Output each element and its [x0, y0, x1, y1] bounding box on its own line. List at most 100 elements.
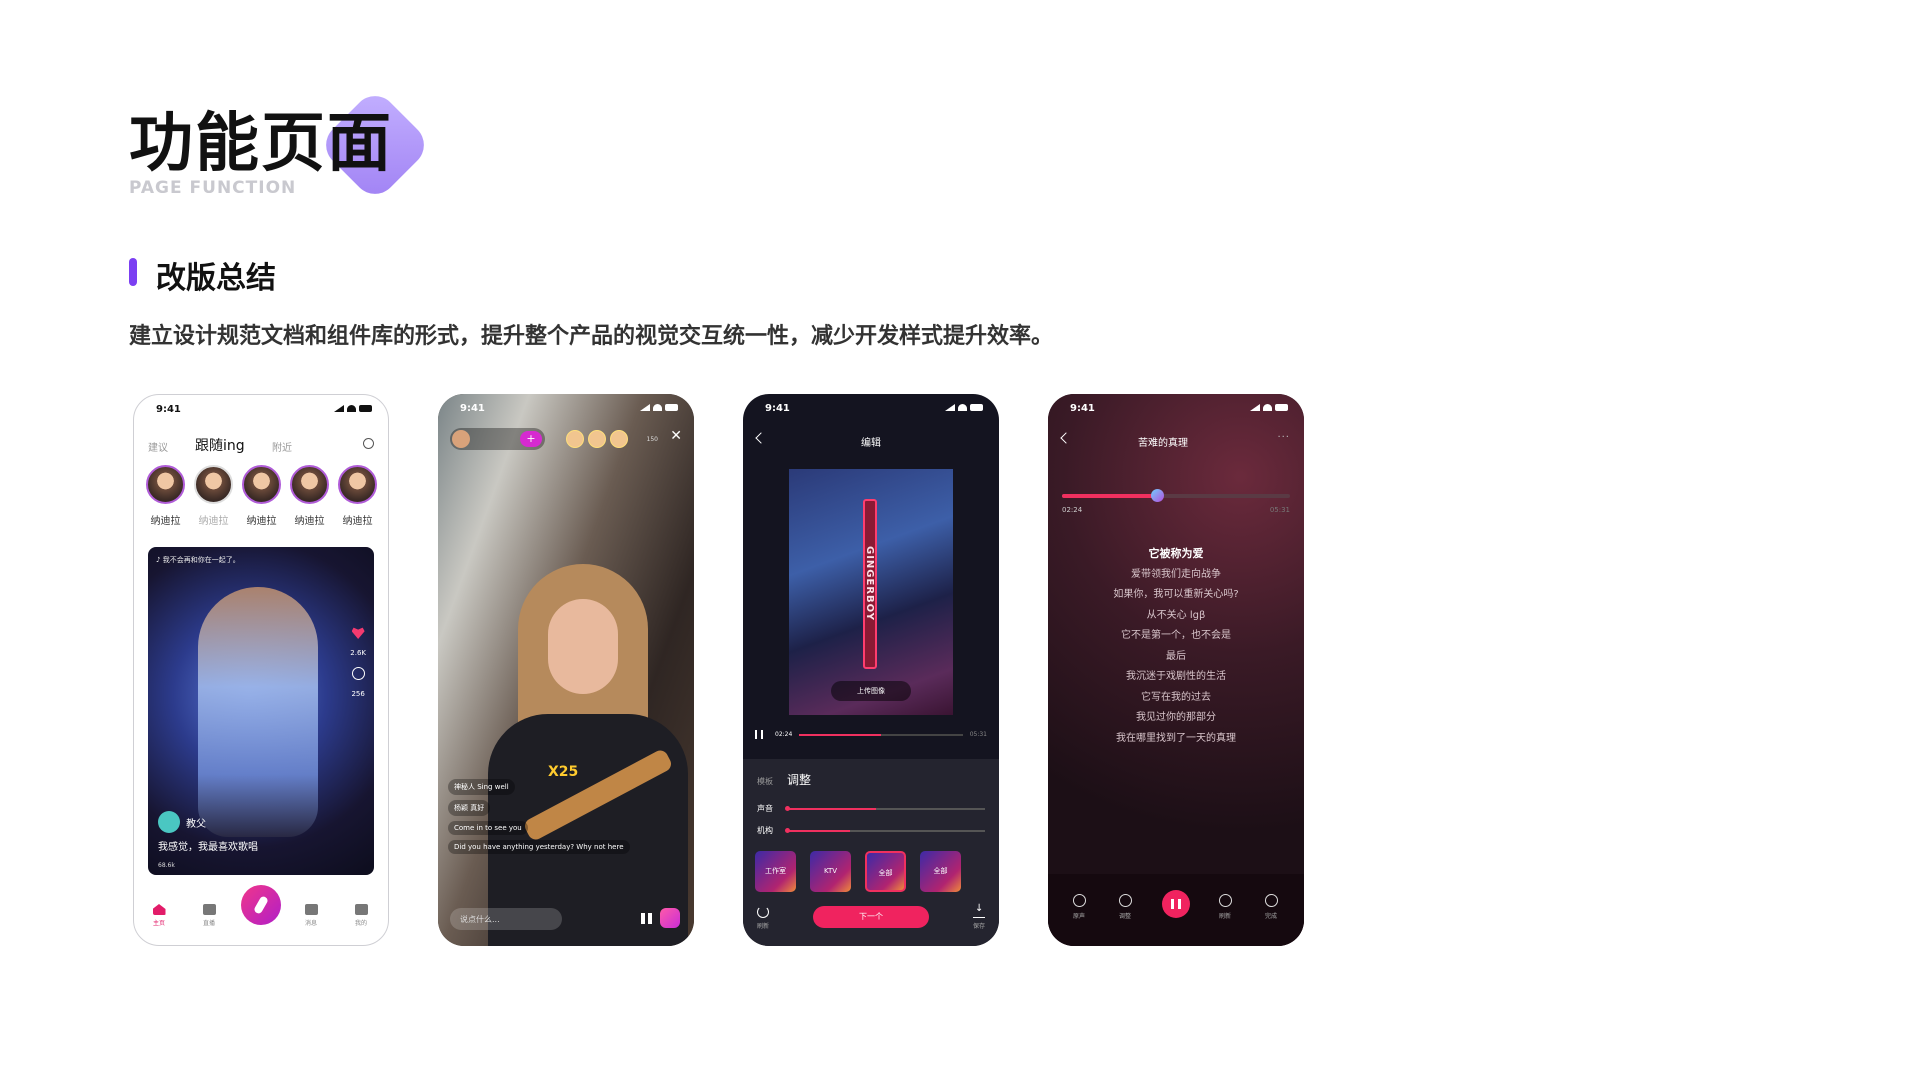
avatar: [158, 811, 180, 833]
section-description: 建立设计规范文档和组件库的形式，提升整个产品的视觉交互统一性，减少开发样式提升效…: [129, 324, 1054, 349]
avatar: [194, 465, 233, 504]
story-item[interactable]: 纳迪拉: [290, 465, 329, 527]
status-bar: 9:41: [134, 395, 388, 419]
battery-icon: [665, 404, 678, 411]
mechanism-slider[interactable]: 机构: [757, 825, 985, 837]
nav-messages[interactable]: 消息: [296, 904, 326, 927]
current-time: 02:24: [775, 731, 793, 738]
lyric-current: 它被称为爱: [1148, 547, 1204, 560]
comment-count: 256: [351, 690, 365, 698]
pause-icon[interactable]: [755, 730, 763, 739]
refresh-button[interactable]: 刷新: [757, 906, 769, 930]
download-icon: [972, 903, 985, 918]
lyric-line: 我在哪里找到了一天的真理: [1116, 732, 1236, 744]
current-time: 02:24: [1062, 506, 1083, 514]
voice-slider[interactable]: 声音: [757, 803, 985, 815]
save-button[interactable]: 保存: [972, 903, 985, 930]
screen-title: 编辑: [861, 438, 881, 449]
effect-item[interactable]: KTV: [810, 851, 851, 892]
mic-button[interactable]: [241, 885, 281, 925]
upload-image-button[interactable]: 上传图像: [831, 681, 911, 701]
wifi-icon: [958, 404, 967, 411]
tab-following[interactable]: 跟随ing: [195, 435, 245, 455]
avatar: [146, 465, 185, 504]
video-card[interactable]: ♪ 我不会再和你在一起了。 2.6K 256 教父 我感觉，我最喜欢歌唱 68.…: [148, 547, 374, 875]
close-icon[interactable]: ✕: [670, 428, 682, 444]
nav-profile[interactable]: 我的: [346, 904, 376, 927]
refresh-button[interactable]: 刷新: [1212, 894, 1238, 920]
adjust-button[interactable]: 调整: [1112, 894, 1138, 920]
viewer-count: 150: [646, 436, 658, 443]
heart-icon[interactable]: [351, 627, 365, 639]
signal-icon: [334, 405, 344, 412]
pause-button[interactable]: [1162, 890, 1190, 918]
battery-icon: [359, 405, 372, 412]
original-voice-button[interactable]: 原声: [1066, 894, 1092, 920]
grid-icon[interactable]: [641, 912, 652, 924]
phone-edit-screen: 9:41 编辑 GINGERBOY 上传图像 02:24 05:31 模板 调整 …: [743, 394, 999, 946]
gift-icon[interactable]: [660, 908, 680, 928]
status-time: 9:41: [156, 404, 181, 415]
section-title: 改版总结: [156, 261, 276, 296]
chat-message: Did you have anything yesterday? Why not…: [448, 840, 630, 854]
tab-adjust[interactable]: 调整: [787, 773, 811, 787]
avatar: [588, 430, 606, 448]
page-title: 功能页面: [129, 107, 393, 181]
status-bar: 9:41: [438, 394, 694, 418]
viewer-avatars[interactable]: [566, 430, 628, 448]
done-button[interactable]: 完成: [1258, 894, 1284, 920]
progress-track[interactable]: [799, 734, 963, 736]
top-nav: 苦难的真理 ···: [1048, 432, 1304, 452]
lyric-line: 我见过你的那部分: [1136, 712, 1216, 723]
avatar: [290, 465, 329, 504]
effect-list: 工作室 KTV 全部 全部: [755, 851, 961, 892]
story-item[interactable]: 纳迪拉: [146, 465, 185, 527]
tab-nearby[interactable]: 附近: [272, 439, 292, 454]
search-icon[interactable]: [363, 438, 374, 449]
status-bar: 9:41: [1048, 394, 1304, 418]
song-title: ♪ 我不会再和你在一起了。: [156, 556, 240, 564]
nav-home[interactable]: 主页: [144, 904, 174, 927]
check-icon: [1264, 894, 1278, 907]
status-bar: 9:41: [743, 394, 999, 418]
signal-icon: [640, 404, 650, 411]
next-button[interactable]: 下一个: [813, 906, 929, 928]
effect-item[interactable]: 工作室: [755, 851, 796, 892]
comment-icon[interactable]: [351, 667, 365, 680]
comment-input[interactable]: 说点什么...: [450, 908, 562, 930]
tab-template[interactable]: 模板: [757, 777, 773, 786]
adjust-panel: 模板 调整 声音 机构 工作室 KTV 全部 全部 刷新 下一个 保存: [743, 759, 999, 946]
follow-button[interactable]: +: [520, 431, 542, 447]
story-item[interactable]: 纳迪拉: [242, 465, 281, 527]
player-controls: 原声 调整 刷新 完成: [1048, 874, 1304, 946]
neon-sign: GINGERBOY: [863, 499, 877, 669]
more-icon[interactable]: ···: [1277, 432, 1290, 443]
chat-list: 神秘人 Sing well 杨颖 真好 Come in to see you D…: [448, 779, 638, 859]
page-subtitle: PAGE FUNCTION: [129, 178, 297, 198]
back-icon[interactable]: [1060, 432, 1072, 444]
story-row: 纳迪拉 纳迪拉 纳迪拉 纳迪拉 纳迪拉: [146, 465, 377, 527]
effect-item[interactable]: 全部: [865, 851, 906, 892]
top-nav: 编辑: [743, 432, 999, 452]
lyric-line: 它写在我的过去: [1141, 691, 1211, 703]
refresh-icon: [757, 906, 769, 918]
lyric-line: 从不关心 lgβ: [1146, 609, 1206, 621]
singer-image: [198, 587, 318, 837]
song-progress[interactable]: 02:24 05:31: [1062, 489, 1290, 514]
play-count: 68.6k: [158, 862, 175, 869]
battery-icon: [970, 404, 983, 411]
bell-icon: [304, 904, 318, 915]
effect-item[interactable]: 全部: [920, 851, 961, 892]
user-icon: [354, 904, 368, 915]
card-user[interactable]: 教父: [158, 811, 206, 833]
chat-message: Come in to see you: [448, 821, 528, 835]
avatar: [610, 430, 628, 448]
signal-icon: [945, 404, 955, 411]
story-item[interactable]: 纳迪拉: [338, 465, 377, 527]
tab-recommend[interactable]: 建议: [148, 439, 168, 454]
nav-live[interactable]: 直播: [194, 904, 224, 927]
story-item[interactable]: 纳迪拉: [194, 465, 233, 527]
card-actions: 2.6K 256: [350, 627, 366, 698]
sliders-icon: [1118, 894, 1132, 907]
battery-icon: [1275, 404, 1288, 411]
